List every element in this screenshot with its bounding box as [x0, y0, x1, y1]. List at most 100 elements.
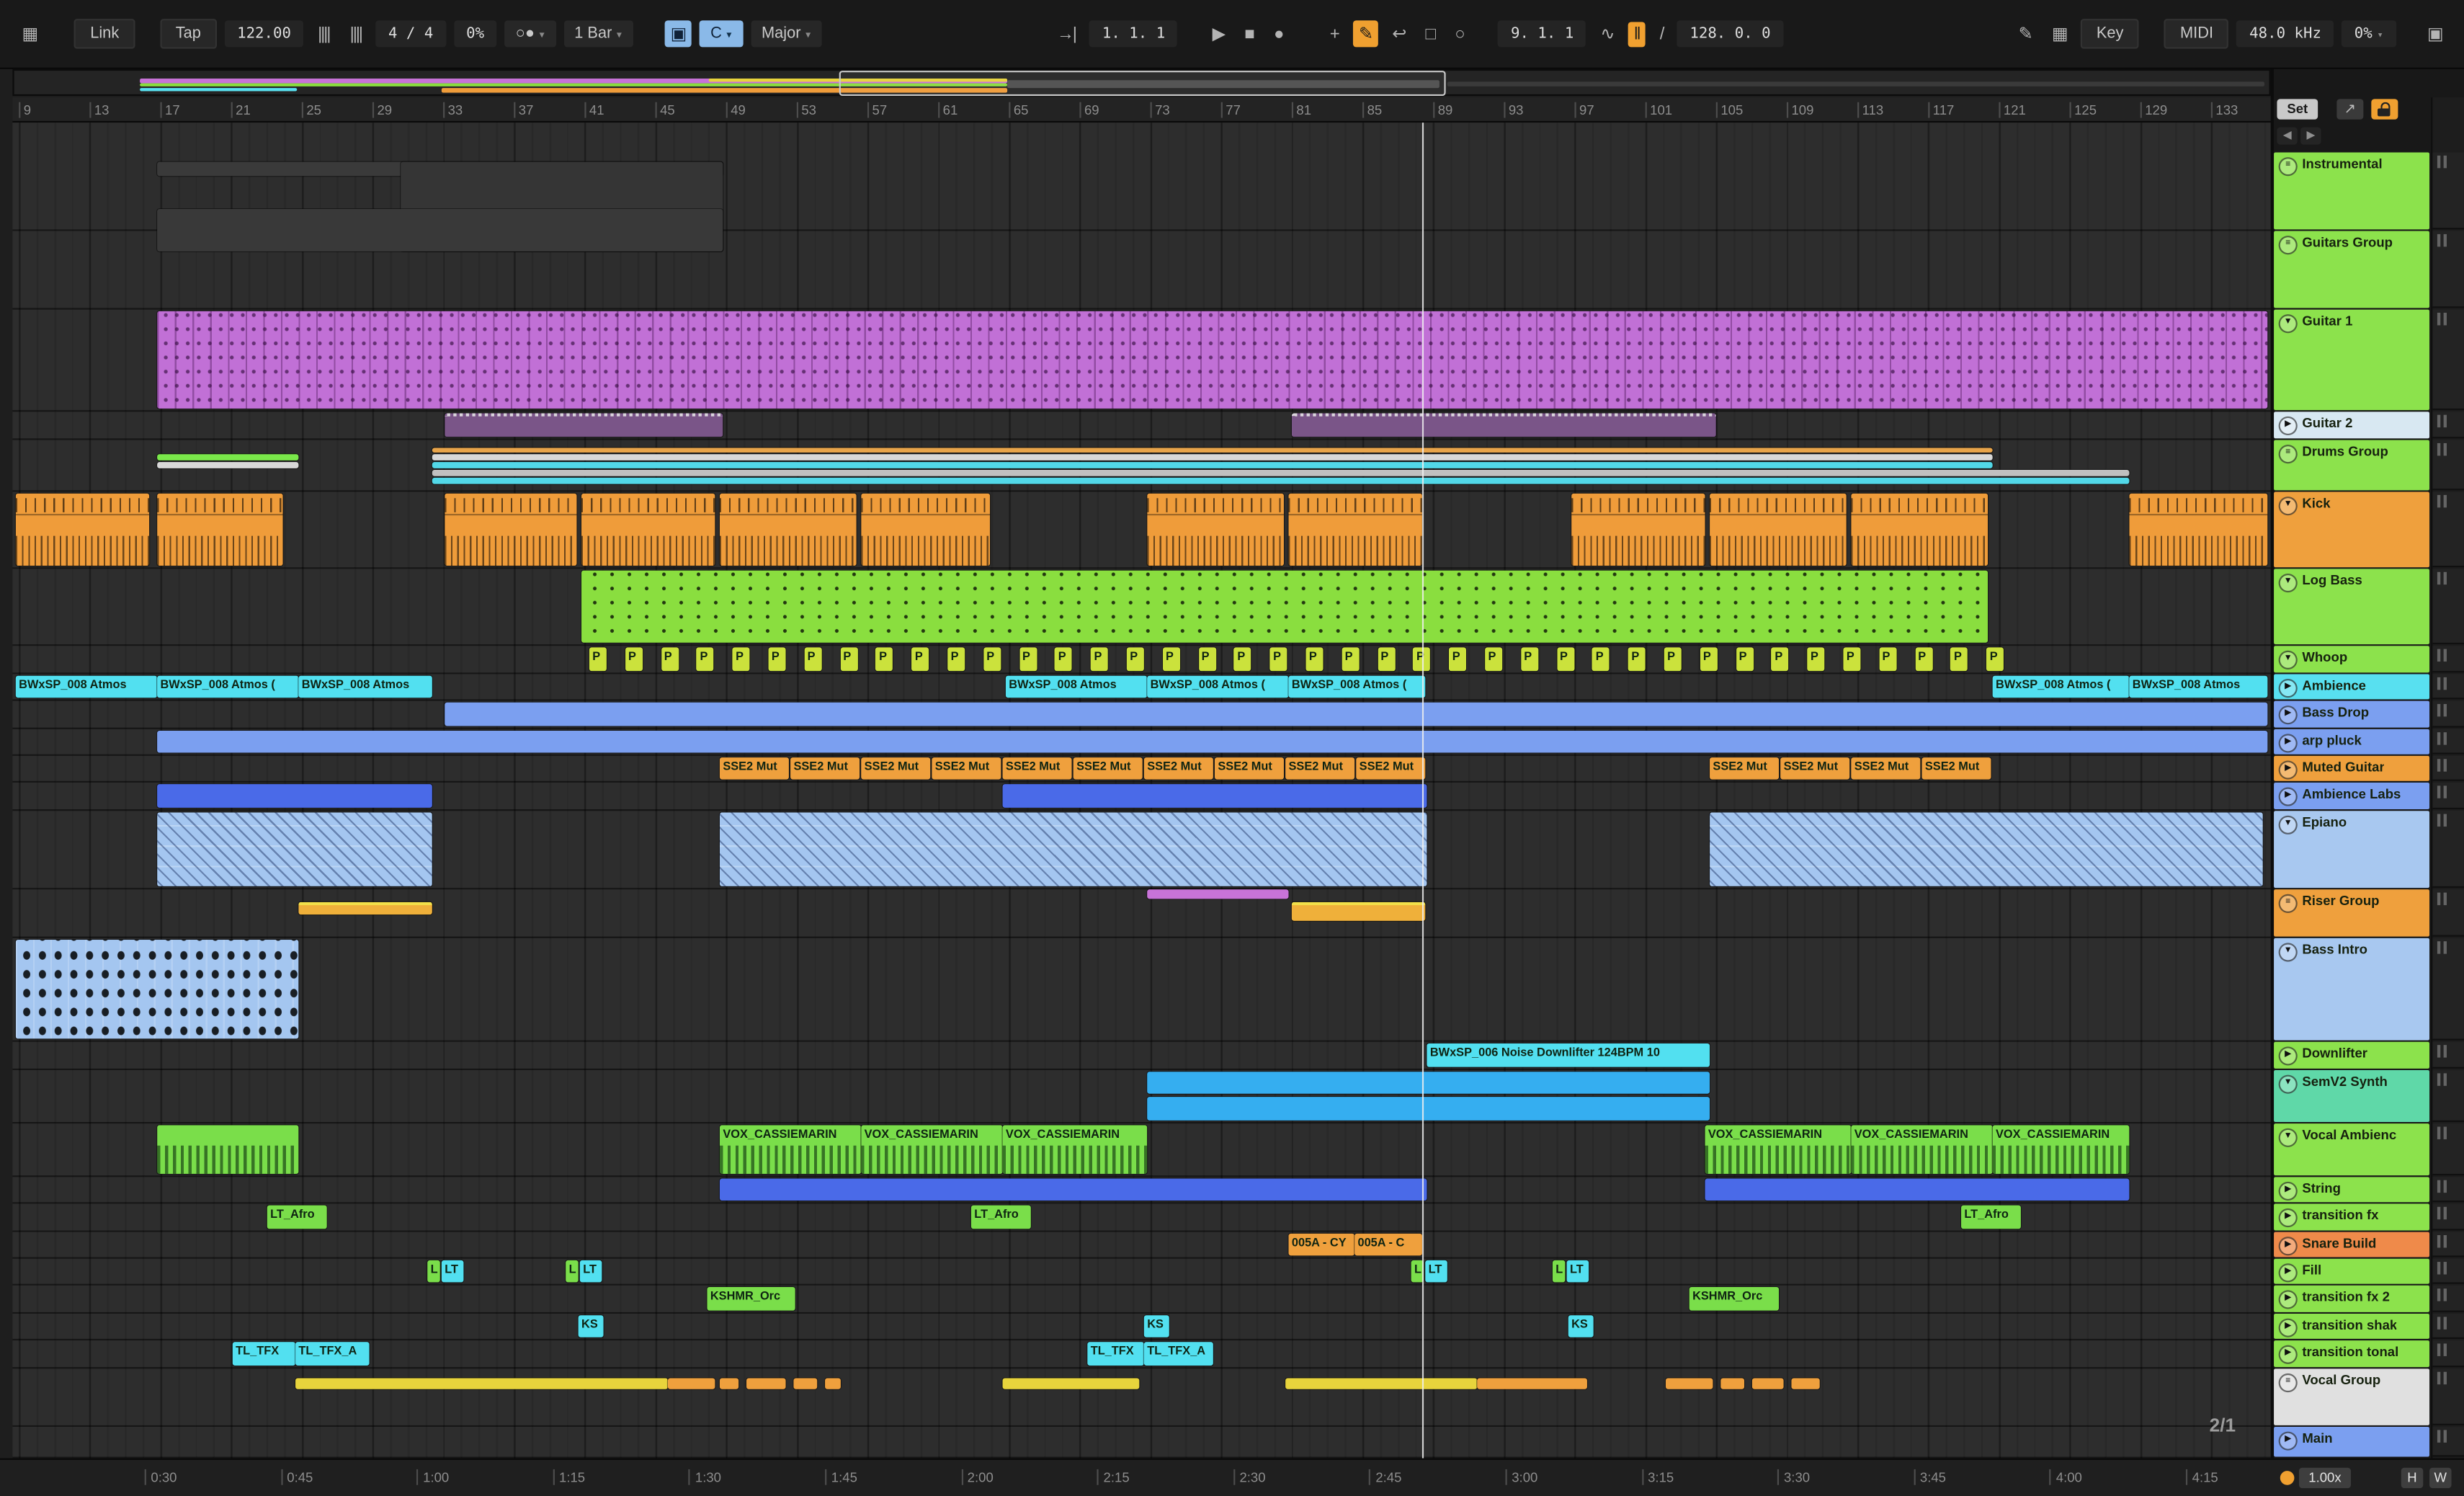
clip[interactable]: P [589, 647, 607, 672]
fold-track-icon[interactable]: ▼ [2278, 942, 2298, 961]
track-header-arp-pluck[interactable]: ▶ arp pluck [2274, 729, 2430, 754]
play-track-icon[interactable]: ▶ [2278, 705, 2298, 724]
play-track-icon[interactable]: ▶ [2278, 1236, 2298, 1255]
clip[interactable]: KS [578, 1315, 604, 1337]
clip[interactable]: P [1485, 647, 1503, 672]
overview-viewport[interactable] [839, 71, 1446, 97]
beat-ruler-label[interactable]: 69 [1079, 102, 1099, 118]
clip[interactable]: TL_TFX [1087, 1342, 1144, 1366]
clip[interactable]: P [697, 647, 715, 672]
clip[interactable]: LT [1566, 1260, 1589, 1283]
clip[interactable]: TL_TFX [232, 1342, 296, 1366]
clip[interactable]: SSE2 Mut [790, 757, 860, 780]
clip[interactable]: P [1269, 647, 1287, 672]
arrangement-position-display[interactable]: 1. 1. 1 [1089, 20, 1178, 48]
beat-ruler-label[interactable]: 85 [1362, 102, 1382, 118]
clip[interactable]: P [1055, 647, 1073, 672]
clip[interactable] [157, 731, 2268, 753]
clip[interactable]: P [1628, 647, 1646, 672]
clip[interactable]: VOX_CASSIEMARIN [1992, 1125, 2130, 1174]
track-header-whoop[interactable]: ▼ Whoop [2274, 646, 2430, 673]
clip[interactable] [581, 570, 1988, 643]
loop-length-display[interactable]: 128. 0. 0 [1677, 20, 1784, 48]
clip[interactable]: VOX_CASSIEMARIN [1851, 1125, 1993, 1174]
clip[interactable]: LT [579, 1260, 602, 1283]
clip[interactable] [2129, 493, 2268, 566]
clip[interactable] [861, 493, 991, 566]
fold-track-icon[interactable]: ▼ [2278, 814, 2298, 834]
clip[interactable]: P [1091, 647, 1109, 672]
stop-button[interactable]: ■ [1238, 21, 1260, 46]
clip[interactable] [1477, 1378, 1587, 1389]
clip[interactable]: P [1807, 647, 1825, 672]
group-track-icon[interactable]: ≡ [2278, 1372, 2298, 1392]
zoom-height-button[interactable]: H [2401, 1467, 2424, 1489]
track-header-vocal-group[interactable]: ≡ Vocal Group [2274, 1368, 2430, 1425]
group-track-icon[interactable]: ≡ [2278, 893, 2298, 912]
clip[interactable]: KSHMR_Orc [1689, 1286, 1780, 1311]
tempo-display[interactable]: 122.00 [224, 20, 304, 48]
clip[interactable] [157, 311, 2268, 409]
time-ruler-label[interactable]: 1:15 [553, 1469, 585, 1485]
clip[interactable] [746, 1378, 786, 1389]
clip[interactable] [432, 477, 2130, 484]
metronome-button[interactable]: ○● ▾ [504, 20, 556, 48]
clip[interactable]: BWxSP_008 Atmos ( [1288, 675, 1426, 698]
clip[interactable]: SSE2 Mut [1921, 757, 1991, 780]
track-header-transition-fx-2[interactable]: ▶ transition fx 2 [2274, 1285, 2430, 1312]
sample-rate-display[interactable]: 48.0 kHz [2236, 20, 2334, 48]
clip[interactable] [1147, 493, 1284, 566]
clip[interactable]: P [1843, 647, 1861, 672]
loop-button[interactable]: ‖ [1627, 21, 1646, 47]
clip[interactable]: LT_Afro [1961, 1205, 2021, 1229]
groove-amount-display[interactable]: 0% [453, 20, 497, 48]
play-track-icon[interactable]: ▶ [2278, 1289, 2298, 1309]
beat-ruler-label[interactable]: 45 [655, 102, 675, 118]
group-track-icon[interactable]: ≡ [2278, 444, 2298, 463]
clip[interactable] [445, 413, 723, 437]
lock-icon[interactable] [2371, 99, 2398, 120]
group-track-icon[interactable]: ≡ [2278, 156, 2298, 176]
clip[interactable]: BWxSP_008 Atmos ( [1992, 675, 2130, 698]
clip[interactable] [1285, 1378, 1478, 1389]
clip[interactable] [1710, 812, 2263, 886]
region-select-icon[interactable]: □ [1419, 21, 1441, 46]
play-track-icon[interactable]: ▶ [2278, 1180, 2298, 1200]
group-track-icon[interactable]: ≡ [2278, 235, 2298, 254]
nudge-up-button[interactable]: |||| [344, 21, 368, 46]
scale-root-select[interactable]: C ▾ [699, 20, 743, 48]
time-ruler-label[interactable]: 3:00 [1505, 1469, 1537, 1485]
clip[interactable] [157, 209, 723, 251]
clip[interactable]: SSE2 Mut [1851, 757, 1921, 780]
clip[interactable]: P [1449, 647, 1467, 672]
clip[interactable] [15, 940, 299, 1039]
clip[interactable]: BWxSP_008 Atmos [1005, 675, 1148, 698]
clip[interactable] [15, 493, 150, 566]
clip[interactable]: P [840, 647, 858, 672]
fold-track-icon[interactable]: ▼ [2278, 1127, 2298, 1147]
beat-ruler-label[interactable]: 133 [2210, 102, 2238, 118]
clip[interactable] [1147, 889, 1289, 899]
clip[interactable]: P [804, 647, 822, 672]
beat-ruler-label[interactable]: 129 [2140, 102, 2167, 118]
clip[interactable] [295, 1378, 668, 1389]
track-header-bass-intro[interactable]: ▼ Bass Intro [2274, 938, 2430, 1041]
beat-ruler-label[interactable]: 33 [443, 102, 463, 118]
clip[interactable]: P [1126, 647, 1144, 672]
link-button[interactable]: Link [74, 19, 135, 49]
overview-strip[interactable] [12, 68, 2271, 97]
track-header-fill[interactable]: ▶ Fill [2274, 1258, 2430, 1284]
arrangement-area[interactable]: BWxSP_008 Atmos BWxSP_008 Atmos ( BWxSP_00… [12, 123, 2271, 1459]
cpu-load-display[interactable]: 0% ▾ [2342, 20, 2396, 48]
time-ruler-label[interactable]: 2:30 [1233, 1469, 1266, 1485]
clip[interactable]: P [625, 647, 643, 672]
play-track-icon[interactable]: ▶ [2278, 786, 2298, 806]
clip[interactable] [1147, 1072, 1710, 1094]
punch-out-button[interactable]: / [1653, 21, 1669, 46]
beat-ruler-label[interactable]: 37 [514, 102, 533, 118]
clip[interactable] [157, 812, 432, 886]
clip[interactable]: 005A - C [1354, 1233, 1422, 1256]
clip[interactable]: BWxSP_008 Atmos [298, 675, 432, 698]
play-track-icon[interactable]: ▶ [2278, 677, 2298, 698]
time-ruler-label[interactable]: 0:30 [144, 1469, 177, 1485]
